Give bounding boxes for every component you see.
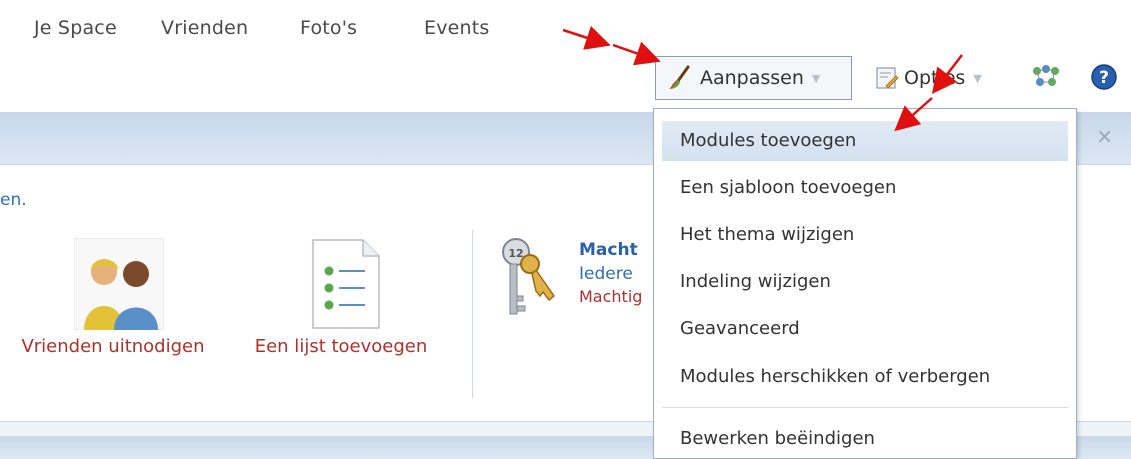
- menu-item-advanced[interactable]: Geavanceerd: [662, 309, 1068, 349]
- top-navigation: Je Space Vrienden Foto's Events Aanpasse…: [0, 0, 1131, 112]
- options-button[interactable]: Opties ▼: [868, 56, 1008, 100]
- close-icon[interactable]: ×: [1096, 124, 1113, 148]
- paintbrush-icon: [666, 64, 694, 92]
- permissions-title: Macht: [579, 240, 638, 260]
- menu-item-finish-editing[interactable]: Bewerken beëindigen: [662, 419, 1068, 458]
- menu-item-rearrange-modules[interactable]: Modules herschikken of verbergen: [662, 357, 1068, 397]
- svg-text:?: ?: [1099, 68, 1109, 88]
- menu-item-add-modules[interactable]: Modules toevoegen: [662, 121, 1068, 161]
- nav-je-space[interactable]: Je Space: [34, 17, 117, 39]
- intro-text-fragment: en.: [0, 190, 27, 210]
- people-icon: [73, 237, 165, 331]
- menu-item-add-template[interactable]: Een sjabloon toevoegen: [662, 168, 1068, 208]
- svg-text:12: 12: [508, 247, 523, 260]
- menu-item-change-theme[interactable]: Het thema wijzigen: [662, 215, 1068, 255]
- list-icon: [307, 238, 383, 330]
- friends-network-icon[interactable]: [1031, 64, 1061, 90]
- invite-friends-label: Vrienden uitnodigen: [21, 336, 205, 357]
- add-list-label: Een lijst toevoegen: [254, 336, 428, 357]
- nav-events[interactable]: Events: [424, 17, 490, 39]
- customize-dropdown-menu: Modules toevoegen Een sjabloon toevoegen…: [653, 108, 1077, 459]
- options-icon: [874, 65, 900, 91]
- help-icon[interactable]: ?: [1090, 63, 1118, 91]
- permissions-subtitle: Iedere: [579, 264, 633, 284]
- chevron-down-icon: ▼: [811, 71, 821, 85]
- nav-fotos[interactable]: Foto's: [300, 17, 357, 39]
- menu-item-change-layout[interactable]: Indeling wijzigen: [662, 262, 1068, 302]
- keys-icon: 12: [494, 236, 558, 322]
- customize-label: Aanpassen: [700, 67, 804, 89]
- invite-friends-action[interactable]: Vrienden uitnodigen: [0, 237, 226, 357]
- customize-button[interactable]: Aanpassen ▼: [655, 56, 852, 100]
- nav-vrienden[interactable]: Vrienden: [161, 17, 248, 39]
- menu-separator: [662, 407, 1068, 408]
- chevron-down-icon: ▼: [973, 71, 982, 85]
- panel-divider: [472, 230, 473, 398]
- options-label: Opties: [904, 67, 966, 89]
- add-list-action[interactable]: Een lijst toevoegen: [236, 238, 446, 357]
- permissions-link[interactable]: Machtig: [579, 287, 642, 306]
